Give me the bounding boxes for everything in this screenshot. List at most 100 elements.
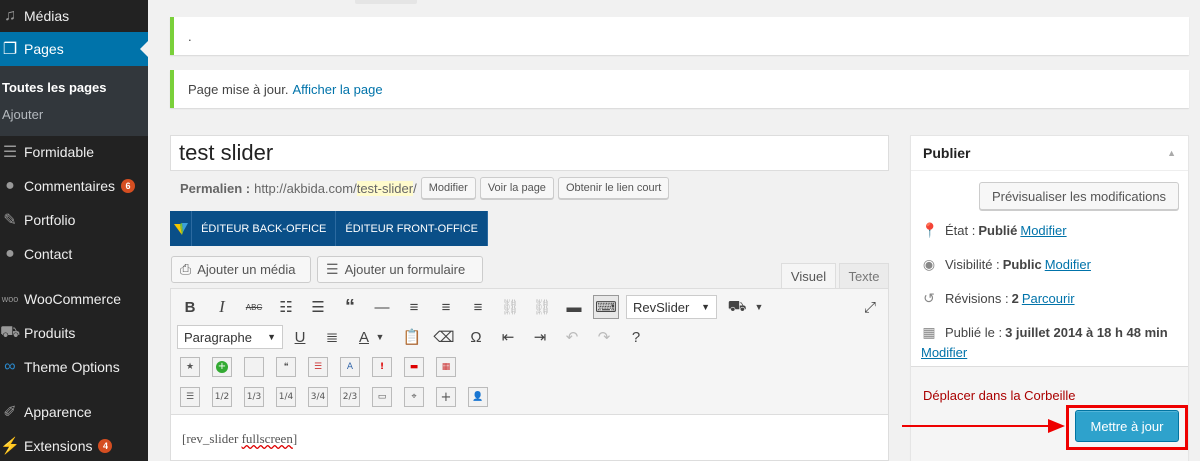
help-icon[interactable]: ? <box>623 325 649 349</box>
get-shortlink-button[interactable]: Obtenir le lien court <box>557 177 670 199</box>
add-media-button[interactable]: ⎙ Ajouter un média <box>171 256 311 283</box>
pin-icon: ✎ <box>3 212 17 229</box>
sidebar-item-formidable[interactable]: ☰ Formidable <box>0 135 148 169</box>
plus-shortcode-icon[interactable]: + <box>436 387 456 407</box>
undo-icon[interactable]: ↶ <box>559 325 585 349</box>
read-more-icon[interactable]: ▬ <box>561 295 587 319</box>
text-shortcode-icon[interactable]: A <box>340 357 360 377</box>
sidebar-item-medias[interactable]: ♫ Médias <box>0 0 148 33</box>
revslider-select[interactable]: RevSlider ▼ <box>626 295 717 319</box>
pages-icon: ❐ <box>2 41 18 58</box>
post-title-input[interactable]: test slider <box>170 135 889 171</box>
permalink-slug[interactable]: test-slider <box>356 180 414 196</box>
preview-changes-button[interactable]: Prévisualiser les modifications <box>979 182 1179 210</box>
add-shortcode-icon[interactable]: + <box>212 357 232 377</box>
history-icon: ↺ <box>923 290 935 306</box>
italic-icon[interactable]: I <box>209 295 235 319</box>
frontend-editor-button[interactable]: ÉDITEUR FRONT-OFFICE <box>336 211 488 246</box>
person-shortcode-icon[interactable]: 👤 <box>468 387 488 407</box>
map-pin-shortcode-icon[interactable]: ⌖ <box>404 387 424 407</box>
chevron-down-icon: ▼ <box>267 332 276 342</box>
submenu-add[interactable]: Ajouter <box>2 107 43 122</box>
add-form-button[interactable]: ☰ Ajouter un formulaire <box>317 256 483 283</box>
tab-visual[interactable]: Visuel <box>781 263 836 289</box>
edit-date-link[interactable]: Modifier <box>921 345 967 360</box>
backend-editor-button[interactable]: ÉDITEUR BACK-OFFICE <box>192 211 337 246</box>
align-right-icon[interactable]: ≡ <box>465 295 491 319</box>
sidebar-item-products[interactable]: ⛟ Produits <box>0 316 148 350</box>
permalink-base: http://akbida.com/ <box>254 180 357 196</box>
camera-music-icon: ⎙ <box>180 261 192 277</box>
numbered-list-icon[interactable]: ☰ <box>305 295 331 319</box>
format-select[interactable]: Paragraphe ▼ <box>177 325 283 349</box>
view-page-button[interactable]: Voir la page <box>479 177 554 199</box>
column-1-2-button[interactable]: 1/2 <box>212 387 232 407</box>
move-to-trash-link[interactable]: Déplacer dans la Corbeille <box>923 388 1075 403</box>
justify-icon[interactable]: ≣ <box>319 325 345 349</box>
bullet-list-icon[interactable]: ☷ <box>273 295 299 319</box>
woocommerce-icon: woo <box>1 294 19 304</box>
indent-icon[interactable]: ⇥ <box>527 325 553 349</box>
bold-icon[interactable]: B <box>177 295 203 319</box>
quote-shortcode-icon[interactable]: ❝ <box>276 357 296 377</box>
view-page-link[interactable]: Afficher la page <box>292 82 382 97</box>
special-char-icon[interactable]: Ω <box>463 325 489 349</box>
sidebar-item-woocommerce[interactable]: woo WooCommerce <box>0 282 148 316</box>
blank-shortcode-icon[interactable] <box>244 357 264 377</box>
permalink-row: Permalien : http://akbida.com/test-slide… <box>180 176 670 200</box>
column-3-4-button[interactable]: 3/4 <box>308 387 328 407</box>
collapse-arrow-icon[interactable]: ▲ <box>1167 148 1176 158</box>
box-shortcode-icon[interactable]: ▭ <box>372 387 392 407</box>
cart-icon: ⛟ <box>0 324 21 341</box>
eye-icon: ◉ <box>922 256 936 272</box>
sidebar-item-comments[interactable]: ● Commentaires 6 <box>0 169 148 203</box>
publish-box-header[interactable]: Publier ▲ <box>911 136 1188 171</box>
admin-sidebar: ♫ Médias ❐ Pages Toutes les pages Ajoute… <box>0 0 148 461</box>
sidebar-item-pages[interactable]: ❐ Pages <box>0 32 148 66</box>
sidebar-item-contact[interactable]: ● Contact <box>0 237 148 271</box>
paste-text-icon[interactable]: 📋 <box>399 325 425 349</box>
align-center-icon[interactable]: ≡ <box>433 295 459 319</box>
media-icon: ♫ <box>4 7 16 24</box>
columns-shortcode-icon[interactable]: ☰ <box>180 387 200 407</box>
list-shortcode-icon[interactable]: ☰ <box>308 357 328 377</box>
sidebar-item-theme-options[interactable]: ∞ Theme Options <box>0 350 148 384</box>
sidebar-item-appearance[interactable]: ✐ Apparence <box>0 395 148 429</box>
column-2-3-button[interactable]: 2/3 <box>340 387 360 407</box>
fullscreen-icon[interactable]: ⤢ <box>857 295 883 319</box>
align-left-icon[interactable]: ≡ <box>401 295 427 319</box>
tab-text[interactable]: Texte <box>839 263 889 289</box>
edit-visibility-link[interactable]: Modifier <box>1045 257 1091 272</box>
editor-content[interactable]: [rev_slider fullscreen] <box>170 415 889 461</box>
outdent-icon[interactable]: ⇤ <box>495 325 521 349</box>
column-1-3-button[interactable]: 1/3 <box>244 387 264 407</box>
form-icon: ☰ <box>326 261 339 277</box>
table-shortcode-icon[interactable]: ▦ <box>436 357 456 377</box>
link-icon[interactable]: ⛓ <box>497 295 523 319</box>
annotation-arrow-icon <box>902 419 1065 433</box>
edit-status-link[interactable]: Modifier <box>1020 223 1066 238</box>
notice-empty: . <box>170 17 1189 55</box>
text-color-chevron-icon[interactable]: ▼ <box>367 325 393 349</box>
button-shortcode-icon[interactable]: ▬ <box>404 357 424 377</box>
star-shortcode-icon[interactable]: ★ <box>180 357 200 377</box>
underline-icon[interactable]: U <box>287 325 313 349</box>
column-1-4-button[interactable]: 1/4 <box>276 387 296 407</box>
cart-dropdown-chevron-icon[interactable]: ▼ <box>746 295 772 319</box>
published-date-row: ▦ Publié le :3 juillet 2014 à 18 h 48 mi… <box>922 324 1168 340</box>
alert-shortcode-icon[interactable]: ! <box>372 357 392 377</box>
redo-icon[interactable]: ↷ <box>591 325 617 349</box>
edit-permalink-button[interactable]: Modifier <box>420 177 476 199</box>
clear-formatting-icon[interactable]: ⌫ <box>431 325 457 349</box>
sidebar-item-extensions[interactable]: ⚡ Extensions 4 <box>0 429 148 461</box>
comments-icon: ● <box>5 177 15 194</box>
unlink-icon[interactable]: ⛓ <box>529 295 555 319</box>
extensions-count-badge: 4 <box>98 439 113 453</box>
submenu-all-pages[interactable]: Toutes les pages <box>2 80 107 95</box>
sidebar-item-portfolio[interactable]: ✎ Portfolio <box>0 203 148 237</box>
strikethrough-icon[interactable]: ABC <box>241 295 267 319</box>
blockquote-icon[interactable]: “ <box>337 295 363 319</box>
kitchen-sink-icon[interactable]: ⌨ <box>593 295 619 319</box>
horizontal-line-icon[interactable]: — <box>369 295 395 319</box>
browse-revisions-link[interactable]: Parcourir <box>1022 291 1075 306</box>
